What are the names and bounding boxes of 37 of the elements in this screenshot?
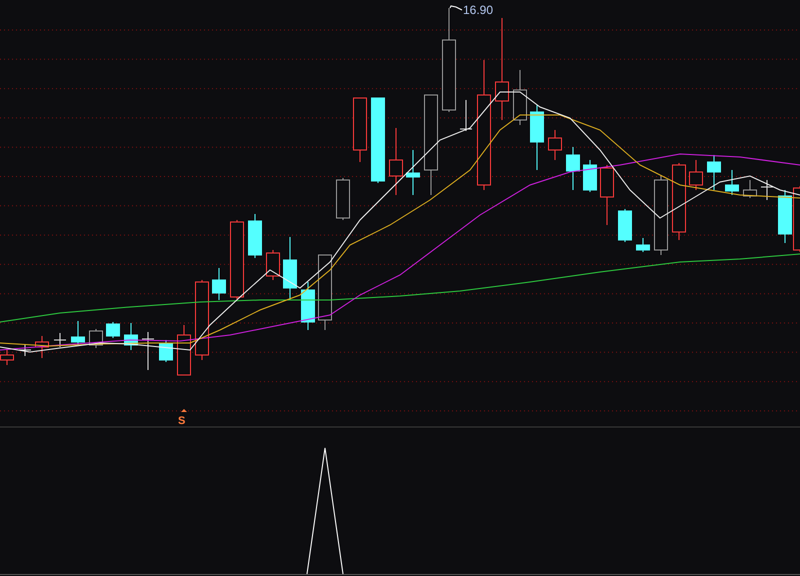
candlestick: [513, 70, 527, 126]
candlestick: [336, 178, 350, 220]
candlestick: [54, 332, 66, 348]
candlestick: [548, 130, 562, 160]
candlestick: [301, 282, 315, 330]
candlestick: [460, 100, 472, 132]
candlestick: [760, 180, 774, 200]
candlestick: [0, 350, 14, 366]
candlestick: [266, 250, 280, 280]
candlestick: [142, 332, 154, 370]
candlestick: [248, 214, 262, 258]
high-price-label: 16.90: [463, 3, 494, 17]
signal-marker: S: [178, 415, 186, 427]
candlestick: [725, 170, 739, 196]
candlestick: [583, 160, 597, 192]
candlestick: [707, 154, 721, 190]
candlestick: [18, 344, 32, 356]
candlestick: [743, 180, 757, 198]
candlestick: [212, 268, 226, 300]
candlestick: [177, 324, 191, 376]
candlestick: [71, 320, 85, 346]
candlestick: [530, 104, 544, 170]
candlestick: [406, 150, 420, 196]
arrow-up-icon: [181, 409, 187, 412]
candlestick: [600, 164, 614, 226]
candlestick: [159, 340, 173, 362]
candlestick: [689, 160, 703, 190]
candlestick: [124, 322, 138, 350]
candlestick: [106, 322, 120, 338]
candlestick: [353, 98, 367, 162]
leader-line: [450, 5, 462, 10]
candlestick: [389, 128, 403, 196]
candlestick: [618, 208, 632, 242]
candlestick: [35, 336, 49, 358]
candlestick: [566, 146, 580, 190]
candlestick: [283, 236, 297, 300]
candlestick: [636, 238, 650, 252]
